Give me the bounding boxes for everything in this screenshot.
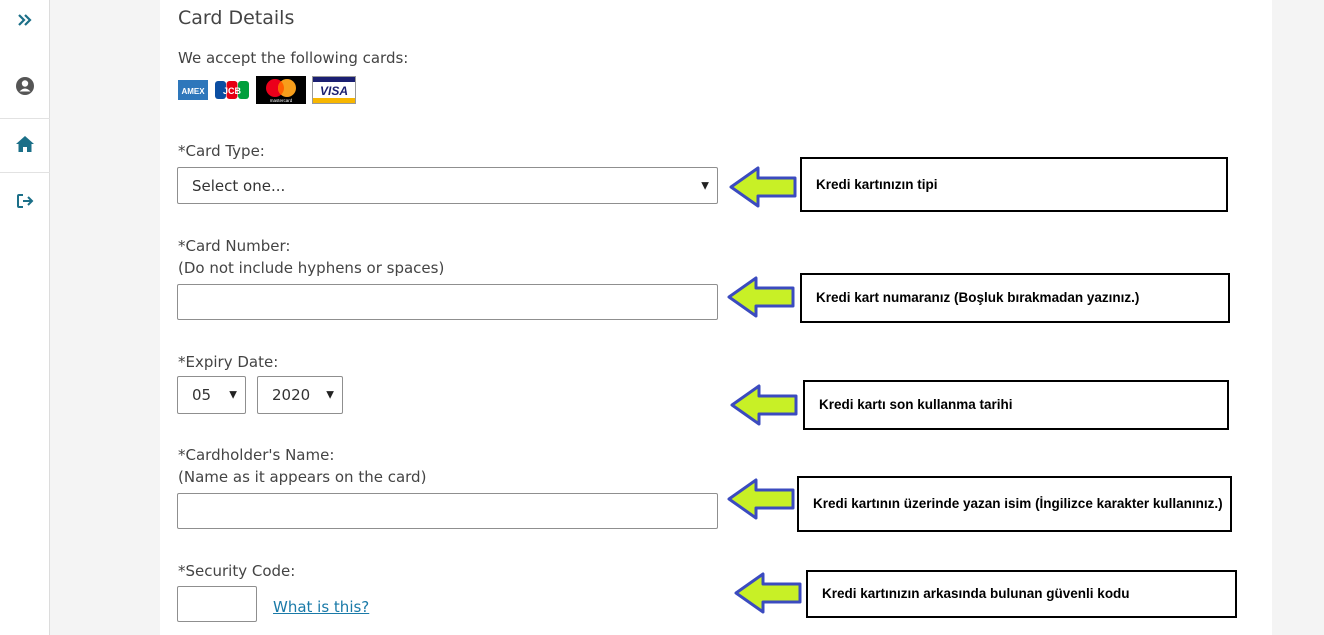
visa-logo: VISA xyxy=(312,76,356,104)
arrow-left-icon xyxy=(727,276,795,318)
chevron-down-icon: ▼ xyxy=(326,389,334,401)
expiry-month-value: 05 xyxy=(192,386,212,404)
page-title: Card Details xyxy=(178,7,295,29)
expiry-year-value: 2020 xyxy=(272,386,311,404)
card-type-value: Select one... xyxy=(192,176,286,195)
card-type-select[interactable]: Select one... ▼ xyxy=(177,167,718,204)
expand-icon[interactable] xyxy=(0,0,50,40)
sidebar-divider xyxy=(0,172,50,173)
expiry-label: *Expiry Date: xyxy=(178,353,279,371)
card-type-label: *Card Type: xyxy=(178,142,265,160)
mastercard-label: mastercard xyxy=(270,98,293,103)
expiry-annotation: Kredi kartı son kullanma tarihi xyxy=(803,380,1229,430)
home-icon[interactable] xyxy=(0,124,50,164)
holder-input[interactable] xyxy=(177,493,718,529)
visa-label: VISA xyxy=(320,84,348,98)
accepted-cards: AMEX JCB mastercard VISA xyxy=(178,76,356,104)
card-number-annotation: Kredi kart numaranız (Boşluk bırakmadan … xyxy=(800,273,1230,323)
expiry-month-select[interactable]: 05 ▼ xyxy=(177,376,246,414)
sidebar-divider xyxy=(0,118,50,119)
chevron-down-icon: ▼ xyxy=(701,180,709,191)
accept-cards-text: We accept the following cards: xyxy=(178,49,409,67)
security-label: *Security Code: xyxy=(178,562,296,580)
logout-icon[interactable] xyxy=(0,181,50,221)
expiry-year-select[interactable]: 2020 ▼ xyxy=(257,376,343,414)
holder-label: *Cardholder's Name: xyxy=(178,446,335,464)
user-icon[interactable] xyxy=(0,66,50,106)
arrow-left-icon xyxy=(730,384,798,426)
card-number-label: *Card Number: xyxy=(178,237,291,255)
arrow-left-icon xyxy=(729,166,797,208)
security-annotation: Kredi kartınızın arkasında bulunan güven… xyxy=(806,570,1237,618)
chevron-down-icon: ▼ xyxy=(229,389,237,401)
amex-logo: AMEX xyxy=(178,76,208,104)
arrow-left-icon xyxy=(727,478,795,520)
what-is-this-link[interactable]: What is this? xyxy=(273,598,369,616)
card-type-annotation: Kredi kartınızın tipi xyxy=(800,157,1228,212)
holder-hint: (Name as it appears on the card) xyxy=(178,468,427,486)
security-code-input[interactable] xyxy=(177,586,257,622)
mastercard-logo: mastercard xyxy=(256,76,306,104)
amex-label: AMEX xyxy=(181,87,205,96)
holder-annotation: Kredi kartının üzerinde yazan isim (İngi… xyxy=(797,476,1232,532)
card-number-input[interactable] xyxy=(177,284,718,320)
arrow-left-icon xyxy=(734,572,802,614)
card-number-hint: (Do not include hyphens or spaces) xyxy=(178,259,445,277)
sidebar xyxy=(0,0,50,635)
jcb-logo: JCB xyxy=(214,76,250,104)
jcb-label: JCB xyxy=(223,86,242,96)
